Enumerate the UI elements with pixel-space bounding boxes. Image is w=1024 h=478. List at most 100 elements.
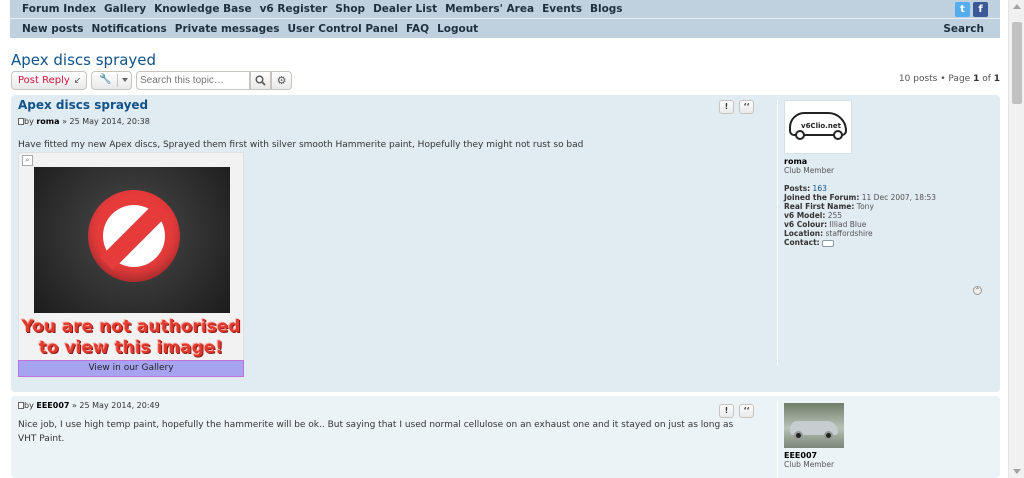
back-to-top-icon[interactable]: ⌃	[973, 286, 982, 295]
logo-wheel-front	[795, 130, 805, 140]
avatar[interactable]: v6Clio.net	[784, 100, 852, 154]
nav-row-user: New posts Notifications Private messages…	[10, 19, 1000, 38]
post-author[interactable]: EEE007	[36, 401, 69, 410]
contact-icon[interactable]	[822, 239, 835, 247]
post-title[interactable]: Apex discs sprayed	[18, 98, 148, 112]
profile-rank: Club Member	[784, 460, 835, 469]
nav-gallery[interactable]: Gallery	[100, 3, 150, 15]
post-meta: by EEE007 » 25 May 2014, 20:49	[18, 401, 160, 410]
search-topic-input[interactable]	[136, 71, 250, 90]
field-value: staffordshire	[823, 229, 873, 238]
post-divider	[777, 401, 778, 478]
field-label: v6 Colour:	[784, 220, 828, 229]
blocked-image[interactable]: ⌕ You are not authorised to view this im…	[18, 152, 244, 377]
profile-field-posts: Posts: 163	[784, 184, 936, 193]
profile-field-location: Location: staffordshire	[784, 229, 936, 238]
post-content: Nice job, I use high temp paint, hopeful…	[18, 420, 734, 444]
field-value: Tony	[854, 202, 874, 211]
nav-blogs[interactable]: Blogs	[586, 3, 627, 15]
image-placeholder	[34, 167, 230, 313]
field-value: Illiad Blue	[827, 220, 867, 229]
field-value: 255	[825, 211, 843, 220]
zoom-icon[interactable]: ⌕	[22, 155, 33, 166]
field-label: Posts:	[784, 184, 811, 193]
total-pages: 1	[993, 74, 1000, 84]
post-by: by	[24, 117, 37, 126]
car-wheel-front	[794, 431, 803, 440]
search-icon	[255, 75, 266, 86]
field-label: Real First Name:	[784, 202, 855, 211]
post-content: Have fitted my new Apex discs, Sprayed t…	[18, 140, 584, 150]
post-meta: by roma » 25 May 2014, 20:38	[18, 117, 150, 126]
logo-text: v6Clio.net	[801, 122, 841, 130]
pagination: 10 posts • Page 1 of 1	[899, 74, 1000, 84]
nav-row-main: Forum Index Gallery Knowledge Base v6 Re…	[10, 0, 1000, 19]
field-label: Joined the Forum:	[784, 193, 860, 202]
field-label: Contact:	[784, 238, 820, 247]
nav-private-messages[interactable]: Private messages	[171, 23, 284, 35]
pagination-of: of	[979, 74, 994, 84]
nav-forum-index[interactable]: Forum Index	[18, 3, 100, 15]
scroll-down-icon[interactable]	[1013, 469, 1021, 474]
facebook-icon[interactable]: f	[973, 2, 988, 17]
nav-knowledge-base[interactable]: Knowledge Base	[150, 3, 256, 15]
quote-button[interactable]: ‘‘	[739, 404, 754, 418]
page-title[interactable]: Apex discs sprayed	[11, 51, 156, 69]
scrollbar[interactable]	[1008, 0, 1024, 478]
quote-button[interactable]: ‘‘	[739, 100, 754, 114]
wrench-icon: 🔧	[99, 74, 112, 85]
not-authorised-warning: You are not authorised to view this imag…	[21, 317, 241, 358]
chevron-down-icon	[122, 78, 128, 82]
nav-members-area[interactable]: Members' Area	[441, 3, 538, 15]
field-label: v6 Model:	[784, 211, 826, 220]
pagination-sep: • Page	[937, 74, 974, 84]
search-button[interactable]	[250, 71, 271, 90]
car-wheel-rear	[824, 431, 833, 440]
top-navbar: Forum Index Gallery Knowledge Base v6 Re…	[10, 0, 1000, 38]
nav-dealer-list[interactable]: Dealer List	[369, 3, 441, 15]
post-by: by	[24, 401, 37, 410]
nav-notifications[interactable]: Notifications	[88, 23, 171, 35]
post-author[interactable]: roma	[36, 117, 59, 126]
profile-rank: Club Member	[784, 166, 835, 175]
nav-logout[interactable]: Logout	[433, 23, 482, 35]
profile-field-model: v6 Model: 255	[784, 211, 936, 220]
forum-page: Forum Index Gallery Knowledge Base v6 Re…	[0, 0, 1024, 478]
post-profile: v6Clio.net roma Club Member Posts: 163 J…	[784, 100, 936, 247]
gear-icon: ⚙	[276, 74, 287, 87]
post: by EEE007 » 25 May 2014, 20:49 ! ‘‘ Nice…	[11, 396, 1000, 478]
nav-events[interactable]: Events	[538, 3, 586, 15]
profile-field-contact: Contact:	[784, 238, 936, 247]
topic-tools-button[interactable]: 🔧	[91, 71, 132, 90]
profile-field-joined: Joined the Forum: 11 Dec 2007, 18:53	[784, 193, 936, 202]
post-date: » 25 May 2014, 20:49	[69, 401, 160, 410]
report-button[interactable]: !	[719, 404, 734, 418]
field-label: Location:	[784, 229, 824, 238]
no-entry-icon	[88, 190, 180, 282]
profile-field-colour: v6 Colour: Illiad Blue	[784, 220, 936, 229]
nav-v6-register[interactable]: v6 Register	[256, 3, 332, 15]
advanced-search-button[interactable]: ⚙	[271, 71, 292, 90]
post-profile: EEE007 Club Member	[784, 403, 844, 478]
nav-shop[interactable]: Shop	[331, 3, 369, 15]
nav-new-posts[interactable]: New posts	[18, 23, 88, 35]
report-button[interactable]: !	[719, 100, 734, 114]
profile-username[interactable]: EEE007	[784, 451, 844, 460]
profile-field-name: Real First Name: Tony	[784, 202, 936, 211]
logo-wheel-rear	[833, 130, 843, 140]
scroll-thumb[interactable]	[1012, 22, 1022, 104]
nav-user-control-panel[interactable]: User Control Panel	[284, 23, 403, 35]
reply-arrow-icon: ↙	[73, 75, 82, 86]
nav-search[interactable]: Search	[939, 23, 988, 35]
post: Apex discs sprayed by roma » 25 May 2014…	[11, 95, 1000, 392]
scroll-up-icon[interactable]	[1013, 4, 1021, 9]
post-reply-button[interactable]: Post Reply ↙	[11, 71, 87, 90]
profile-username[interactable]: roma	[784, 157, 936, 166]
view-gallery-link[interactable]: View in our Gallery	[18, 360, 244, 377]
twitter-icon[interactable]: t	[955, 2, 970, 17]
nav-faq[interactable]: FAQ	[402, 23, 433, 35]
field-value[interactable]: 163	[810, 184, 827, 193]
post-date: » 25 May 2014, 20:38	[59, 117, 150, 126]
post-reply-label: Post Reply	[18, 75, 70, 86]
avatar[interactable]	[784, 403, 844, 448]
